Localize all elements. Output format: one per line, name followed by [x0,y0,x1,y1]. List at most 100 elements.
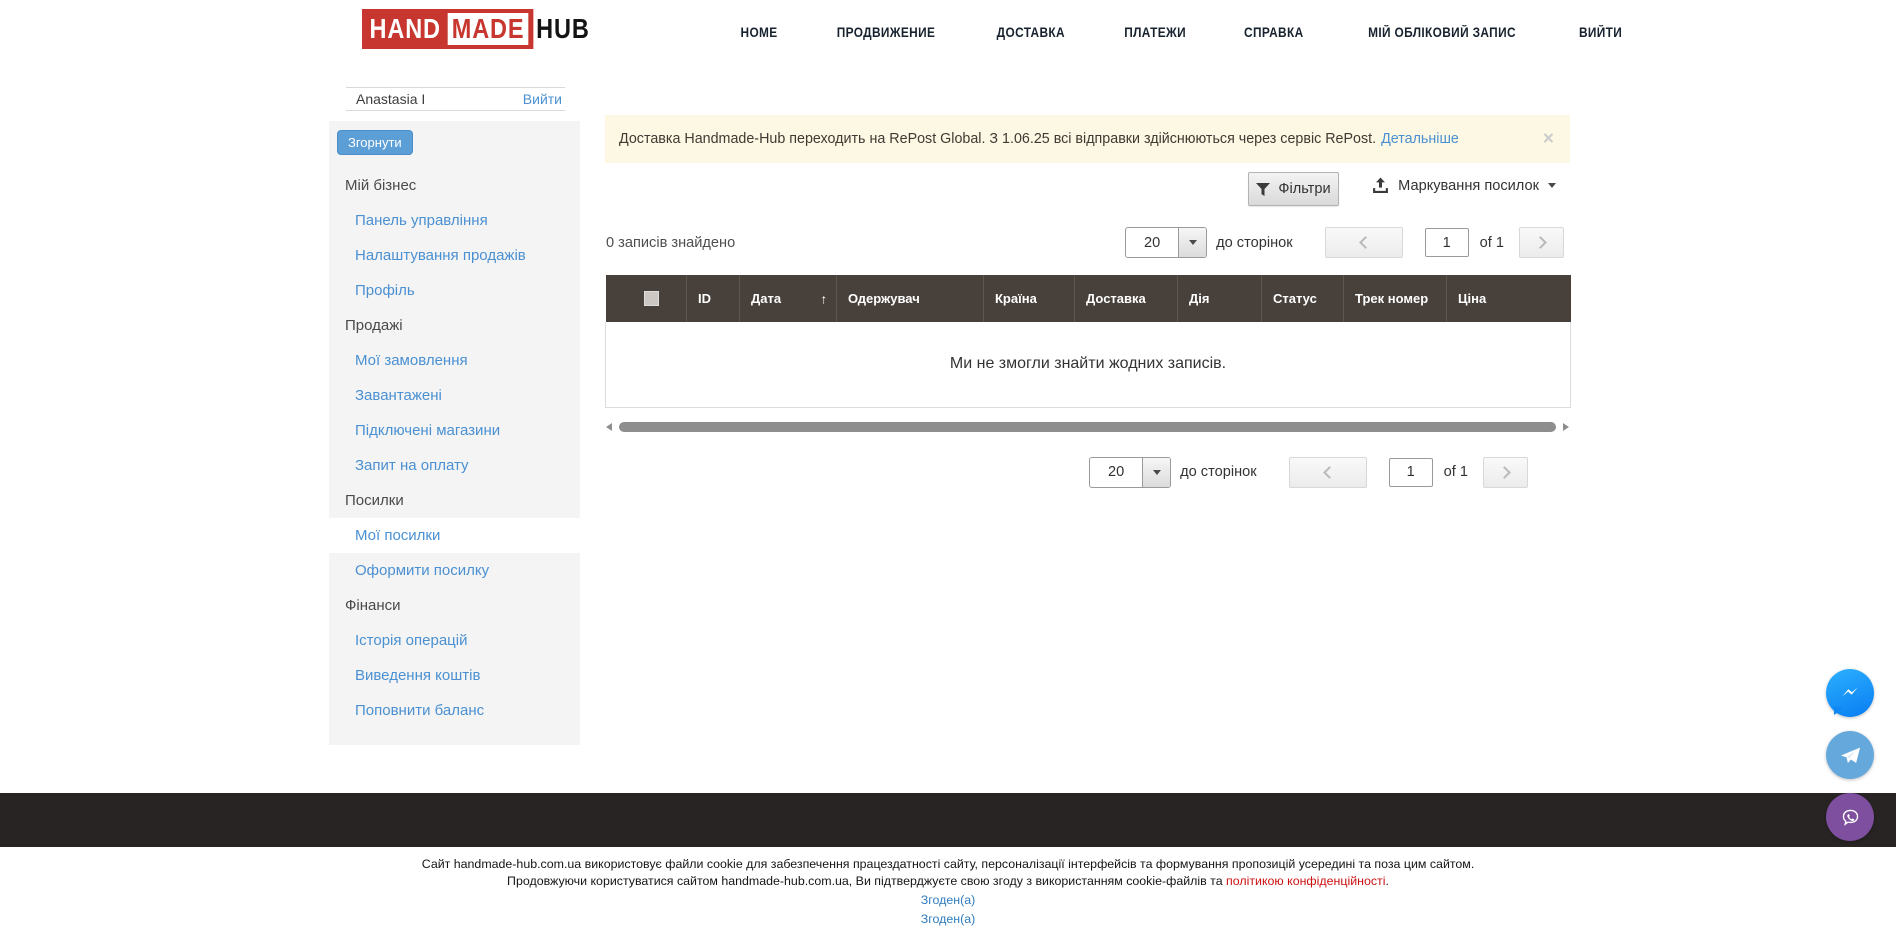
column-recipient[interactable]: Одержувач [837,275,984,322]
logo-hub: HUB [536,13,589,45]
logo-hand: HAND [370,13,441,45]
next-page-button[interactable] [1483,457,1528,488]
column-action[interactable]: Дія [1178,275,1262,322]
cookie-line-1: Сайт handmade-hub.com.ua використовує фа… [0,856,1896,873]
empty-message: Ми не змогли знайти жодних записів. [606,322,1571,407]
filters-button[interactable]: Фільтри [1248,172,1339,206]
telegram-button[interactable] [1826,731,1874,779]
cookie-line-2: Продовжуючи користуватися сайтом handmad… [0,873,1896,890]
cookie-agree-link-2[interactable]: Згоден(а) [921,911,975,928]
column-delivery[interactable]: Доставка [1075,275,1178,322]
social-buttons [1826,669,1874,841]
nav-help[interactable]: СПРАВКА [1244,25,1303,40]
top-header: HAND MADE HUB HOME ПРОДВИЖЕНИЕ ДОСТАВКА … [0,0,1896,65]
prev-page-button[interactable] [1325,227,1403,258]
caret-down-icon [1548,183,1556,188]
nav-my-account[interactable]: МІЙ ОБЛІКОВИЙ ЗАПИС [1368,25,1516,40]
cookie-agree-link[interactable]: Згоден(а) [921,892,975,909]
sidebar-item-uploaded[interactable]: Завантажені [329,378,580,413]
sidebar-item-operations-history[interactable]: Історія операцій [329,623,580,658]
select-all-checkbox[interactable] [644,291,659,306]
filter-icon [1256,183,1270,196]
sidebar-item-my-orders[interactable]: Мої замовлення [329,343,580,378]
per-page-select[interactable]: 20 [1089,457,1171,488]
column-track-number[interactable]: Трек номер [1344,275,1447,322]
nav-payments[interactable]: ПЛАТЕЖИ [1124,25,1186,40]
cookie-line-2-text: Продовжуючи користуватися сайтом handmad… [507,874,1226,888]
header-checkbox-cell [606,275,687,322]
pagination-bottom-row: 20 до сторінок of 1 [605,433,1570,503]
viber-button[interactable] [1826,793,1874,841]
site-logo[interactable]: HAND MADE HUB [362,9,590,49]
page-input[interactable] [1425,228,1469,257]
scroll-right-icon[interactable] [1563,423,1569,431]
messenger-button[interactable] [1826,669,1874,717]
logo-made: MADE [448,13,529,45]
sidebar-item-payment-request[interactable]: Запит на оплату [329,448,580,483]
marking-dropdown-label: Маркування посилок [1398,178,1539,194]
page: HAND MADE HUB HOME ПРОДВИЖЕНИЕ ДОСТАВКА … [0,0,1896,937]
per-page-select[interactable]: 20 [1125,227,1207,258]
column-price[interactable]: Ціна [1447,275,1571,322]
banner-details-link[interactable]: Детальніше [1381,131,1459,147]
sidebar-item-withdraw-funds[interactable]: Виведення коштів [329,658,580,693]
prev-page-button[interactable] [1289,457,1367,488]
page-of-label: of 1 [1444,464,1468,480]
column-date[interactable]: Дата ↑ [740,275,837,322]
sidebar-item-top-up-balance[interactable]: Поповнити баланс [329,693,580,728]
pages-label: до сторінок [1180,464,1257,480]
viber-icon [1837,804,1864,831]
notification-banner: Доставка Handmade-Hub переходить на RePo… [605,115,1570,163]
column-country[interactable]: Країна [984,275,1075,322]
close-icon[interactable]: × [1543,130,1554,149]
sidebar-item-create-parcel[interactable]: Оформити посилку [329,553,580,588]
filters-button-label: Фільтри [1278,181,1330,197]
cookie-line-2-suffix: . [1385,874,1388,888]
banner-text: Доставка Handmade-Hub переходить на RePo… [619,131,1376,147]
nav-logout[interactable]: ВИЙТИ [1578,25,1621,40]
page-input[interactable] [1389,458,1433,487]
nav-delivery[interactable]: ДОСТАВКА [997,25,1065,40]
column-status[interactable]: Статус [1262,275,1344,322]
sidebar-item-connected-shops[interactable]: Підключені магазини [329,413,580,448]
chevron-right-icon [1498,466,1511,479]
user-name: Anastasia I [356,91,425,107]
pagination-bottom: 20 до сторінок of 1 [1089,457,1528,488]
column-date-label: Дата [751,291,781,306]
cookie-notice: Сайт handmade-hub.com.ua використовує фа… [0,856,1896,928]
chevron-left-icon [1359,236,1372,249]
records-count: 0 записів знайдено [606,235,735,251]
caret-down-icon [1178,228,1206,257]
collapse-button[interactable]: Згорнути [337,130,413,155]
sidebar-item-my-parcels[interactable]: Мої посилки [329,518,580,553]
sidebar-item-dashboard[interactable]: Панель управління [329,203,580,238]
toolbar: Фільтри Маркування посилок [605,163,1570,219]
scroll-left-icon[interactable] [606,423,612,431]
scrollbar-thumb[interactable] [619,422,1556,432]
marking-dropdown[interactable]: Маркування посилок [1372,177,1556,194]
per-page-value: 20 [1090,458,1142,487]
sidebar-item-profile[interactable]: Профіль [329,273,580,308]
telegram-icon [1837,742,1864,769]
column-id[interactable]: ID [687,275,740,322]
sort-asc-icon[interactable]: ↑ [821,291,828,306]
next-page-button[interactable] [1519,227,1564,258]
page-of-label: of 1 [1480,235,1504,251]
footer-bar [0,793,1896,847]
upload-icon [1372,177,1389,194]
chevron-left-icon [1323,466,1336,479]
messenger-icon [1837,680,1863,706]
sidebar-section-parcels: Посилки [329,483,580,518]
caret-down-icon [1142,458,1170,487]
privacy-policy-link[interactable]: політикою конфіденційності [1226,874,1385,888]
sidebar-item-sales-settings[interactable]: Налаштування продажів [329,238,580,273]
horizontal-scrollbar[interactable] [605,421,1570,433]
nav-promotion[interactable]: ПРОДВИЖЕНИЕ [837,25,936,40]
logout-link[interactable]: Вийти [523,91,562,107]
chevron-right-icon [1534,236,1547,249]
nav-home[interactable]: HOME [741,25,778,40]
user-row: Anastasia I Вийти [346,87,565,111]
sidebar-menu: Мій бізнес Панель управління Налаштуванн… [329,168,580,728]
pagination-top: 20 до сторінок of 1 [1125,227,1564,258]
empty-row: Ми не змогли знайти жодних записів. [606,322,1571,407]
